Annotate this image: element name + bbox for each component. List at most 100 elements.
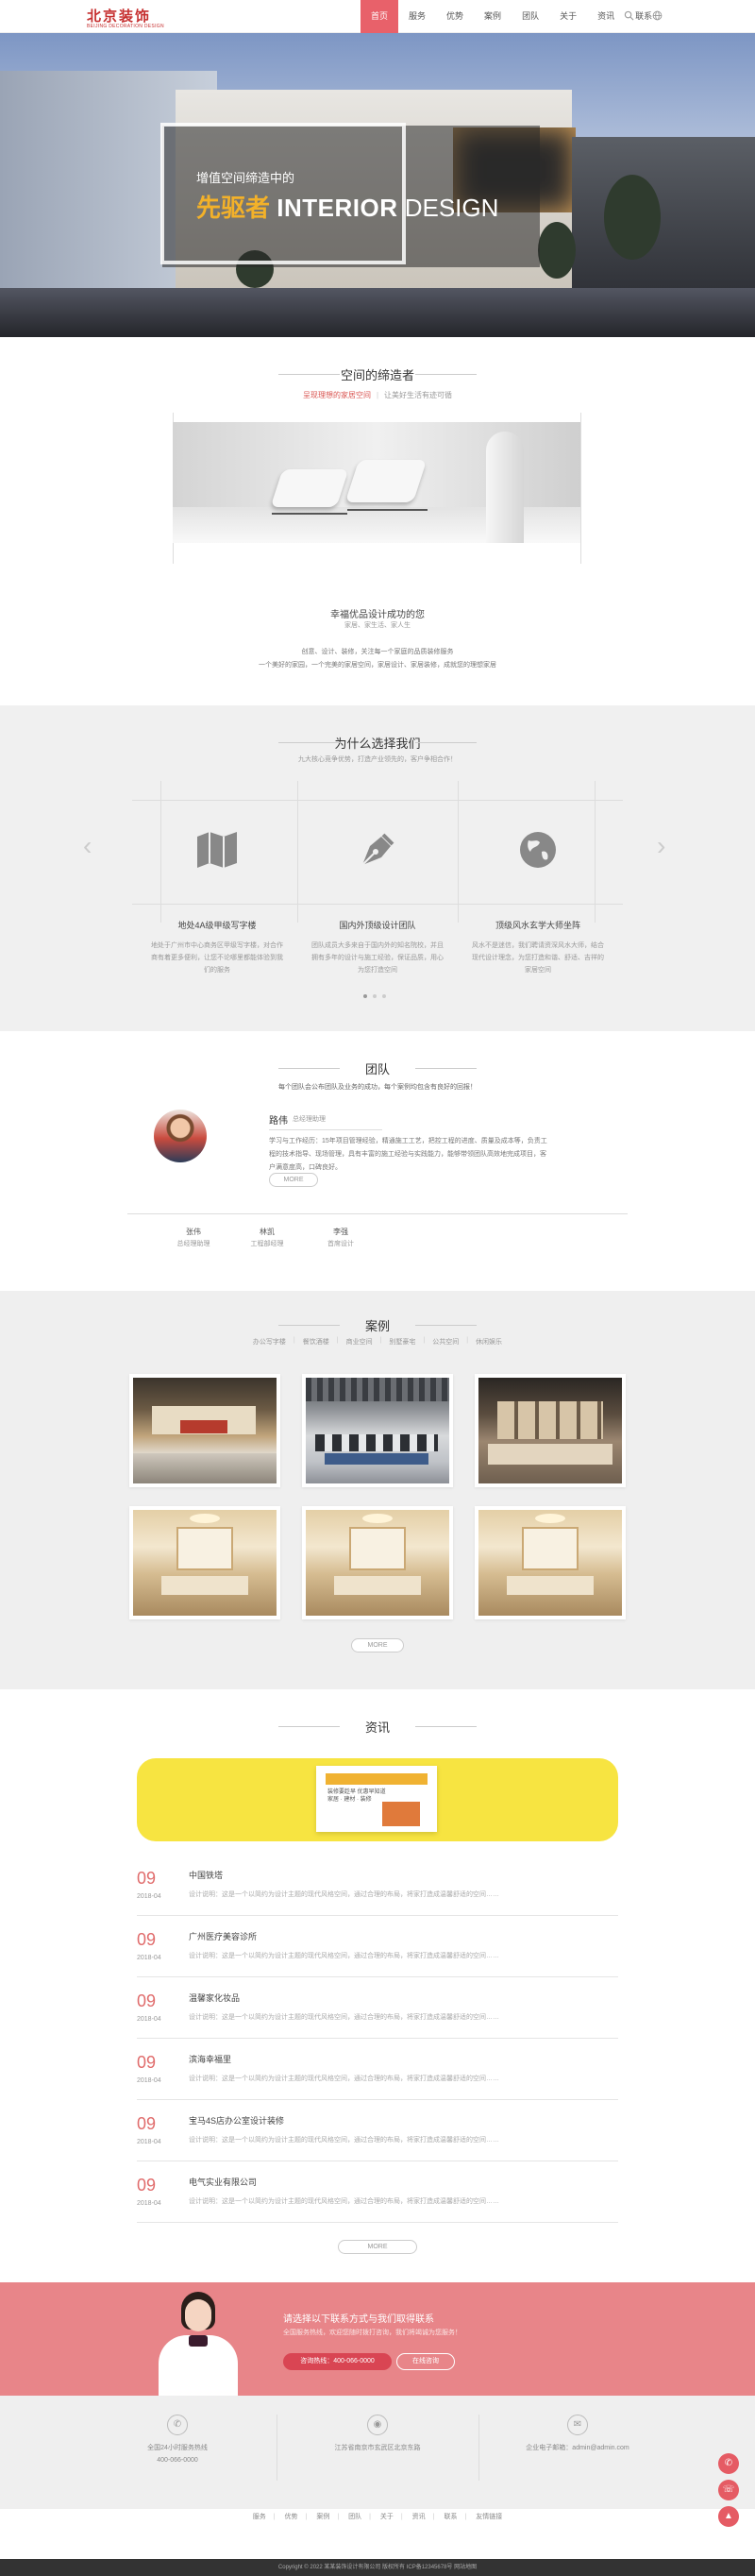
team-member[interactable]: 林凯 工程部经理 [225, 1227, 310, 1248]
footer-link[interactable]: 服务 [253, 2514, 266, 2520]
footer-link[interactable]: 优势 [285, 2514, 298, 2520]
case-card[interactable] [302, 1506, 453, 1619]
hero-banner[interactable]: 增值空间缔造中的 先驱者 INTERIOR DESIGN [0, 33, 755, 337]
case-card[interactable] [129, 1506, 280, 1619]
why-dot[interactable] [373, 994, 377, 998]
cases-tab[interactable]: 餐饮酒楼 [303, 1337, 329, 1347]
logo-text: 北京装饰 [87, 8, 152, 25]
online-consult-button[interactable]: 在线咨询 [396, 2353, 455, 2370]
nav-item-team[interactable]: 团队 [512, 0, 549, 33]
phone-icon: ✆ [167, 2415, 188, 2435]
news-desc: 设计说明：这是一个以简约为设计主题的现代风格空间，通过合理的布局，将家打造成温馨… [189, 1891, 499, 1898]
footer-link[interactable]: 团队 [348, 2514, 361, 2520]
news-title[interactable]: 宝马4S店办公室设计装修 [189, 2114, 284, 2127]
news-title[interactable]: 电气实业有限公司 [189, 2176, 257, 2188]
footer-link[interactable]: 联系 [444, 2514, 457, 2520]
phone-icon[interactable]: ✆ [718, 2453, 739, 2474]
why-dot[interactable] [382, 994, 386, 998]
news-day: 09 [137, 1991, 157, 2010]
news-item[interactable]: 09 2018-04 中国铁塔 设计说明：这是一个以简约为设计主题的现代风格空间… [137, 1859, 618, 1916]
logo-subtext: BEIJING DECORATION DESIGN [87, 24, 164, 29]
cases-more-button[interactable]: MORE [351, 1638, 404, 1652]
team-lead-role: 总经理助理 [293, 1116, 326, 1123]
nav-item-about[interactable]: 关于 [549, 0, 587, 33]
about-desc-line: 一个美好的家园，一个完美的家居空间，家居设计、家居装修，成就您的理想家居 [259, 662, 496, 669]
footer-link[interactable]: 案例 [316, 2514, 329, 2520]
banner-building [572, 137, 755, 297]
nav-item-cases[interactable]: 案例 [474, 0, 512, 33]
case-image-shape [334, 1576, 421, 1595]
case-card[interactable] [129, 1374, 280, 1487]
email-icon: ✉ [567, 2415, 588, 2435]
nav-item-advantages[interactable]: 优势 [436, 0, 474, 33]
footer-link[interactable]: 关于 [380, 2514, 394, 2520]
case-image [478, 1378, 622, 1483]
team-more-button[interactable]: MORE [269, 1173, 318, 1187]
cases-tab[interactable]: 办公写字楼 [253, 1337, 286, 1347]
case-image-shape [176, 1527, 233, 1570]
news-day: 09 [137, 1869, 157, 1888]
footer-link[interactable]: 资讯 [412, 2514, 426, 2520]
footer-contact-item: ✆ 全国24小时服务热线 400-066-0000 [102, 2415, 253, 2464]
news-day: 09 [137, 2176, 157, 2195]
case-image-shape [488, 1444, 612, 1465]
news-item[interactable]: 09 2018-04 电气实业有限公司 设计说明：这是一个以简约为设计主题的现代… [137, 2166, 618, 2223]
cases-tab[interactable]: 别墅豪宅 [389, 1337, 415, 1347]
case-image-shape [180, 1420, 227, 1433]
footer-contact-line: 江苏省南京市玄武区北京东路 [334, 2445, 421, 2451]
news-day: 09 [137, 2053, 157, 2072]
why-item-desc: 团队成员大多来自于国内外的知名院校，并且拥有多年的设计与施工经验，保证品质，用心… [311, 942, 444, 974]
news-item[interactable]: 09 2018-04 宝马4S店办公室设计装修 设计说明：这是一个以简约为设计主… [137, 2105, 618, 2161]
footer-link[interactable]: 友情链接 [476, 2514, 502, 2520]
about-desc-line: 创意、设计、装修，关注每一个家庭的品质装修服务 [301, 649, 454, 655]
why-prev-arrow[interactable]: ‹ [83, 831, 92, 861]
news-item[interactable]: 09 2018-04 滨海幸福里 设计说明：这是一个以简约为设计主题的现代风格空… [137, 2043, 618, 2100]
top-icon[interactable]: ▲ [718, 2506, 739, 2527]
nav-item-news[interactable]: 资讯 [587, 0, 625, 33]
grid-line [458, 781, 459, 923]
case-card[interactable] [475, 1506, 626, 1619]
chat-icon[interactable]: ☏ [718, 2480, 739, 2500]
team-member-name: 张伟 [186, 1228, 201, 1236]
nav-item-home[interactable]: 首页 [361, 0, 399, 33]
footer-contact-item: ◉ 江苏省南京市玄武区北京东路 [302, 2415, 453, 2452]
cases-title: 案例 [0, 1316, 755, 1334]
news-item[interactable]: 09 2018-04 温馨家化妆品 设计说明：这是一个以简约为设计主题的现代风格… [137, 1982, 618, 2039]
news-title[interactable]: 温馨家化妆品 [189, 1991, 240, 2004]
nav-item-services[interactable]: 服务 [398, 0, 436, 33]
case-image-shape [507, 1576, 594, 1595]
case-card[interactable] [302, 1374, 453, 1487]
footer-contact-item: ✉ 企业电子邮箱：admin@admin.com [502, 2415, 653, 2452]
cases-tab[interactable]: 休闲娱乐 [476, 1337, 502, 1347]
cases-tab[interactable]: 商业空间 [346, 1337, 373, 1347]
news-banner-poster: 装修要趁早 优惠早知道 家居 · 建材 · 装修 [316, 1766, 437, 1832]
grid-line [595, 781, 596, 923]
news-title[interactable]: 中国铁塔 [189, 1869, 223, 1881]
why-dot[interactable] [363, 994, 367, 998]
phone-button[interactable]: 咨询热线：400-066-0000 [283, 2353, 392, 2370]
news-title[interactable]: 滨海幸福里 [189, 2053, 231, 2065]
news-title[interactable]: 广州医疗美容诊所 [189, 1930, 257, 1942]
news-banner-line: 家居 · 建材 · 装修 [327, 1797, 372, 1803]
case-card[interactable] [475, 1374, 626, 1487]
team-lead-bio: 学习与工作经历：15年项目管理经验，精通施工工艺，把控工程的进度、质量及成本等，… [269, 1138, 547, 1171]
about-subtitle: 呈现理想的家居空间 | 让美好生活有迹可循 [302, 391, 453, 399]
why-item-title: 顶级风水玄学大师坐阵 [495, 921, 580, 930]
news-banner-poster-box [382, 1802, 420, 1826]
banner-tree [538, 222, 576, 279]
cases-tab[interactable]: 公共空间 [432, 1337, 459, 1347]
main-nav: 首页 服务 优势 案例 团队 关于 资讯 联系 [361, 0, 663, 33]
why-next-arrow[interactable]: › [657, 831, 665, 861]
team-member[interactable]: 张伟 总经理助理 [151, 1227, 236, 1248]
search-icon[interactable] [623, 10, 634, 22]
team-member[interactable]: 李强 首席设计 [298, 1227, 383, 1248]
news-banner[interactable]: 装修要趁早 优惠早知道 家居 · 建材 · 装修 [137, 1758, 618, 1841]
logo[interactable]: 北京装饰 BEIJING DECORATION DESIGN [87, 6, 164, 29]
news-item[interactable]: 09 2018-04 广州医疗美容诊所 设计说明：这是一个以简约为设计主题的现代… [137, 1921, 618, 1977]
about-subtitle-red: 呈现理想的家居空间 [302, 391, 371, 399]
case-image-shape [133, 1453, 277, 1483]
grid-line [132, 800, 623, 801]
news-more-button[interactable]: MORE [338, 2240, 417, 2254]
cta-person-bow [189, 2335, 208, 2347]
globe-icon[interactable] [651, 10, 663, 22]
